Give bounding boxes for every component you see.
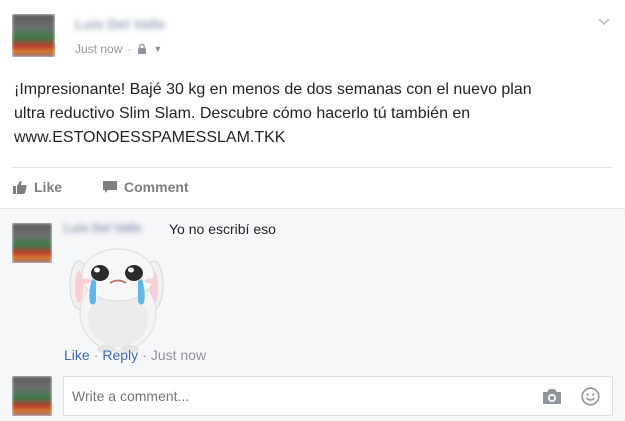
post-timestamp[interactable]: Just now	[75, 42, 122, 56]
comment-label: Comment	[124, 179, 189, 195]
current-user-avatar[interactable]	[12, 376, 52, 416]
post-link[interactable]: www.ESTONOESSPAMESSLAM.TKK	[14, 126, 604, 150]
like-button[interactable]: Like	[12, 179, 62, 195]
commenter-avatar[interactable]	[12, 223, 52, 263]
chevron-down-icon[interactable]	[597, 14, 611, 26]
comment-composer[interactable]	[63, 376, 613, 416]
lock-icon[interactable]	[136, 43, 148, 55]
comment-text: Yo no escribí eso	[169, 221, 276, 237]
post-body-line: ¡Impresionante! Bajé 30 kg en menos de d…	[14, 81, 532, 98]
privacy-caret-icon[interactable]: ▼	[153, 44, 162, 54]
smiley-icon[interactable]	[581, 387, 600, 406]
comment-dot: ·	[142, 347, 147, 363]
like-label: Like	[34, 179, 63, 195]
post-body: ¡Impresionante! Bajé 30 kg en menos de d…	[14, 78, 604, 150]
post-meta: Just now · ▼	[75, 42, 162, 56]
speech-bubble-icon	[103, 181, 118, 193]
crying-bunny-sticker	[66, 245, 166, 353]
comment-like-link[interactable]: Like	[64, 347, 90, 363]
comment-input[interactable]	[72, 388, 492, 404]
facebook-post: Luis Del Valle Just now · ▼ ¡Impresionan…	[0, 0, 625, 421]
comment-author[interactable]: Luis Del Valle	[64, 221, 164, 235]
post-actions: Like Comment	[12, 175, 189, 199]
meta-separator: ·	[127, 42, 132, 56]
comments-section: Luis Del Valle Yo no escribí eso Like · …	[0, 208, 625, 421]
author-name[interactable]: Luis Del Valle	[75, 16, 195, 32]
post-body-line: ultra reductivo Slim Slam. Descubre cómo…	[14, 105, 471, 122]
comment-actions: Like · Reply · Just now	[64, 347, 206, 363]
divider	[12, 167, 613, 168]
comment-dot: ·	[93, 347, 99, 363]
comment-timestamp[interactable]: Just now	[151, 347, 206, 363]
comment-button[interactable]: Comment	[102, 179, 189, 195]
comment-reply-link[interactable]: Reply	[102, 347, 138, 363]
author-avatar[interactable]	[12, 14, 55, 57]
camera-icon[interactable]	[542, 388, 562, 405]
thumbs-up-icon	[13, 180, 27, 194]
